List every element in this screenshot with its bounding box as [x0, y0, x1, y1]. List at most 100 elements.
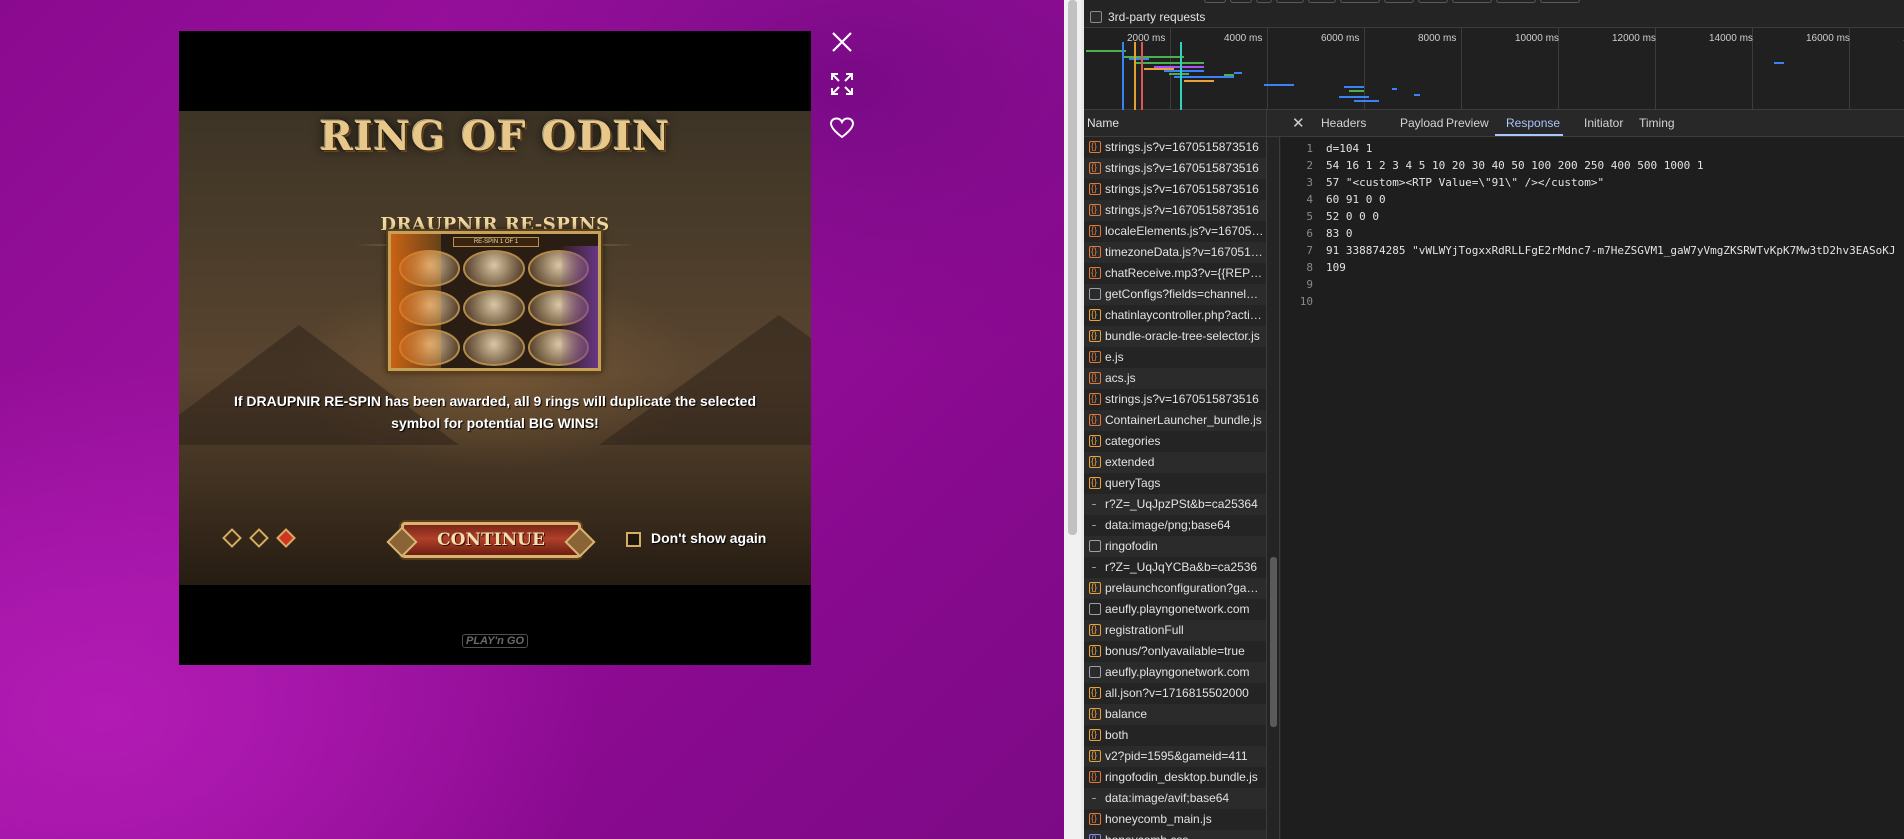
request-name: balance: [1105, 707, 1148, 721]
timeline-tick-label: 4000 ms: [1224, 33, 1263, 44]
tab-initiator[interactable]: Initiator: [1584, 116, 1623, 130]
request-name: strings.js?v=1670515873516: [1105, 203, 1259, 217]
request-row[interactable]: data:image/avif;base64: [1084, 788, 1266, 809]
close-detail-icon[interactable]: ✕: [1292, 114, 1305, 132]
dont-show-again-label[interactable]: Don't show again: [651, 530, 766, 546]
response-line: 3 57 "<custom><RTP Value=\"91\" /></custo…: [1281, 174, 1904, 191]
request-row[interactable]: {} extended: [1084, 452, 1266, 473]
request-name: localeElements.js?v=1670515873516: [1105, 224, 1265, 238]
request-row[interactable]: aeufly.playngonetwork.com: [1084, 662, 1266, 683]
request-row[interactable]: {} bonus/?onlyavailable=true: [1084, 641, 1266, 662]
request-list-scrollbar-thumb[interactable]: [1270, 557, 1277, 727]
image-icon: [1092, 798, 1096, 799]
toolbar-button[interactable]: [1230, 0, 1252, 3]
third-party-label[interactable]: 3rd-party requests: [1108, 10, 1205, 24]
request-row[interactable]: {} bundle-oracle-tree-selector.js: [1084, 326, 1266, 347]
request-row[interactable]: {} e.js: [1084, 347, 1266, 368]
toolbar-button[interactable]: [1276, 0, 1304, 3]
request-row[interactable]: {} strings.js?v=1670515873516: [1084, 179, 1266, 200]
close-button[interactable]: [827, 27, 857, 57]
line-number: 2: [1306, 159, 1313, 172]
request-row[interactable]: {} strings.js?v=1670515873516: [1084, 137, 1266, 158]
line-number: 7: [1306, 244, 1313, 257]
script-icon: {}: [1089, 414, 1101, 426]
favorite-button[interactable]: [827, 113, 857, 143]
request-row[interactable]: ringofodin: [1084, 536, 1266, 557]
request-row[interactable]: data:image/png;base64: [1084, 515, 1266, 536]
tab-preview[interactable]: Preview: [1446, 116, 1489, 130]
response-line: 8 109: [1281, 259, 1904, 276]
feature-description: If DRAUPNIR RE-SPIN has been awarded, al…: [233, 393, 757, 431]
request-row[interactable]: r?Z=_UqJpzPSt&b=ca25364: [1084, 494, 1266, 515]
line-text: 109: [1326, 261, 1346, 274]
request-row[interactable]: {} honeycomb_main.js: [1084, 809, 1266, 830]
script-icon: {}: [1089, 162, 1101, 174]
toolbar-button[interactable]: [1496, 0, 1536, 3]
request-row[interactable]: {} honeycomb.css: [1084, 830, 1266, 839]
request-name: strings.js?v=1670515873516: [1105, 140, 1259, 154]
request-row[interactable]: {} strings.js?v=1670515873516: [1084, 158, 1266, 179]
request-row[interactable]: {} localeElements.js?v=1670515873516: [1084, 221, 1266, 242]
toolbar-button[interactable]: [1204, 0, 1226, 3]
request-name: ringofodin_desktop.bundle.js: [1105, 770, 1258, 784]
page-scrollbar[interactable]: [1064, 0, 1081, 839]
script-icon: {}: [1089, 372, 1101, 384]
timeline-tick-label: 2000 ms: [1127, 33, 1166, 44]
timeline-request-bar: [1349, 90, 1364, 92]
timeline-request-bar: [1392, 88, 1397, 90]
request-row[interactable]: {} prelaunchconfiguration?gameid: [1084, 578, 1266, 599]
name-column-header[interactable]: Name: [1084, 110, 1267, 136]
response-panel[interactable]: 1 d=104 1 2 54 16 1 2 3 4 5 10 20 30 40 50 …: [1281, 137, 1904, 839]
timeline-event-marker: [1134, 42, 1136, 110]
request-list-scrollbar[interactable]: [1267, 137, 1280, 839]
request-name: bundle-oracle-tree-selector.js: [1105, 329, 1260, 343]
request-row[interactable]: {} balance: [1084, 704, 1266, 725]
request-row[interactable]: {} timezoneData.js?v=1670515873516: [1084, 242, 1266, 263]
request-row[interactable]: {} chatReceive.mp3?v={{REPLACE}}: [1084, 263, 1266, 284]
dont-show-again-checkbox[interactable]: [626, 532, 641, 547]
request-row[interactable]: {} strings.js?v=1670515873516: [1084, 200, 1266, 221]
game-frame[interactable]: RING OF ODIN DRAUPNIR RE-SPINS RE-SPIN 1…: [179, 31, 811, 665]
request-row[interactable]: {} strings.js?v=1670515873516: [1084, 389, 1266, 410]
line-text: 83 0: [1326, 227, 1353, 240]
request-row[interactable]: {} both: [1084, 725, 1266, 746]
request-row[interactable]: {} acs.js: [1084, 368, 1266, 389]
line-text: 57 "<custom><RTP Value=\"91\" /></custom…: [1326, 176, 1605, 189]
toolbar-button[interactable]: [1452, 0, 1492, 3]
script-icon: {}: [1089, 750, 1101, 762]
request-row[interactable]: getConfigs?fields=channelConfig: [1084, 284, 1266, 305]
toolbar-button[interactable]: [1418, 0, 1448, 3]
fullscreen-button[interactable]: [827, 69, 857, 99]
request-row[interactable]: {} v2?pid=1595&gameid=411: [1084, 746, 1266, 767]
request-row[interactable]: {} categories: [1084, 431, 1266, 452]
tab-headers[interactable]: Headers: [1321, 116, 1366, 130]
toolbar-button[interactable]: [1256, 0, 1272, 3]
tab-payload[interactable]: Payload: [1400, 116, 1443, 130]
script-icon: {}: [1089, 435, 1101, 447]
script-icon: {}: [1089, 687, 1101, 699]
continue-button[interactable]: CONTINUE: [401, 522, 581, 558]
response-line: 6 83 0: [1281, 225, 1904, 242]
request-row[interactable]: {} queryTags: [1084, 473, 1266, 494]
page-scrollbar-thumb[interactable]: [1068, 0, 1077, 535]
tab-timing[interactable]: Timing: [1639, 116, 1675, 130]
request-row[interactable]: {} registrationFull: [1084, 620, 1266, 641]
request-row[interactable]: {} all.json?v=1716815502000: [1084, 683, 1266, 704]
request-row[interactable]: {} ContainerLauncher_bundle.js: [1084, 410, 1266, 431]
request-row[interactable]: {} ringofodin_desktop.bundle.js: [1084, 767, 1266, 788]
tab-response[interactable]: Response: [1506, 116, 1560, 130]
document-icon: [1089, 540, 1101, 552]
timeline-overview[interactable]: 2000 ms 4000 ms 6000 ms 8000 ms 10000 ms 1200…: [1084, 28, 1904, 110]
toolbar-button[interactable]: [1384, 0, 1414, 3]
toolbar-button[interactable]: [1340, 0, 1380, 3]
timeline-event-marker: [1122, 42, 1124, 110]
request-name: chatReceive.mp3?v={{REPLACE}}: [1105, 266, 1265, 280]
request-row[interactable]: {} chatinlaycontroller.php?action=: [1084, 305, 1266, 326]
third-party-checkbox[interactable]: [1090, 11, 1102, 23]
request-row[interactable]: aeufly.playngonetwork.com: [1084, 599, 1266, 620]
toolbar-button[interactable]: [1540, 0, 1580, 3]
toolbar-button[interactable]: [1308, 0, 1336, 3]
timeline-event-marker: [1141, 42, 1143, 110]
third-party-filter-row: 3rd-party requests: [1084, 6, 1904, 28]
request-row[interactable]: r?Z=_UqJqYCBa&b=ca2536: [1084, 557, 1266, 578]
